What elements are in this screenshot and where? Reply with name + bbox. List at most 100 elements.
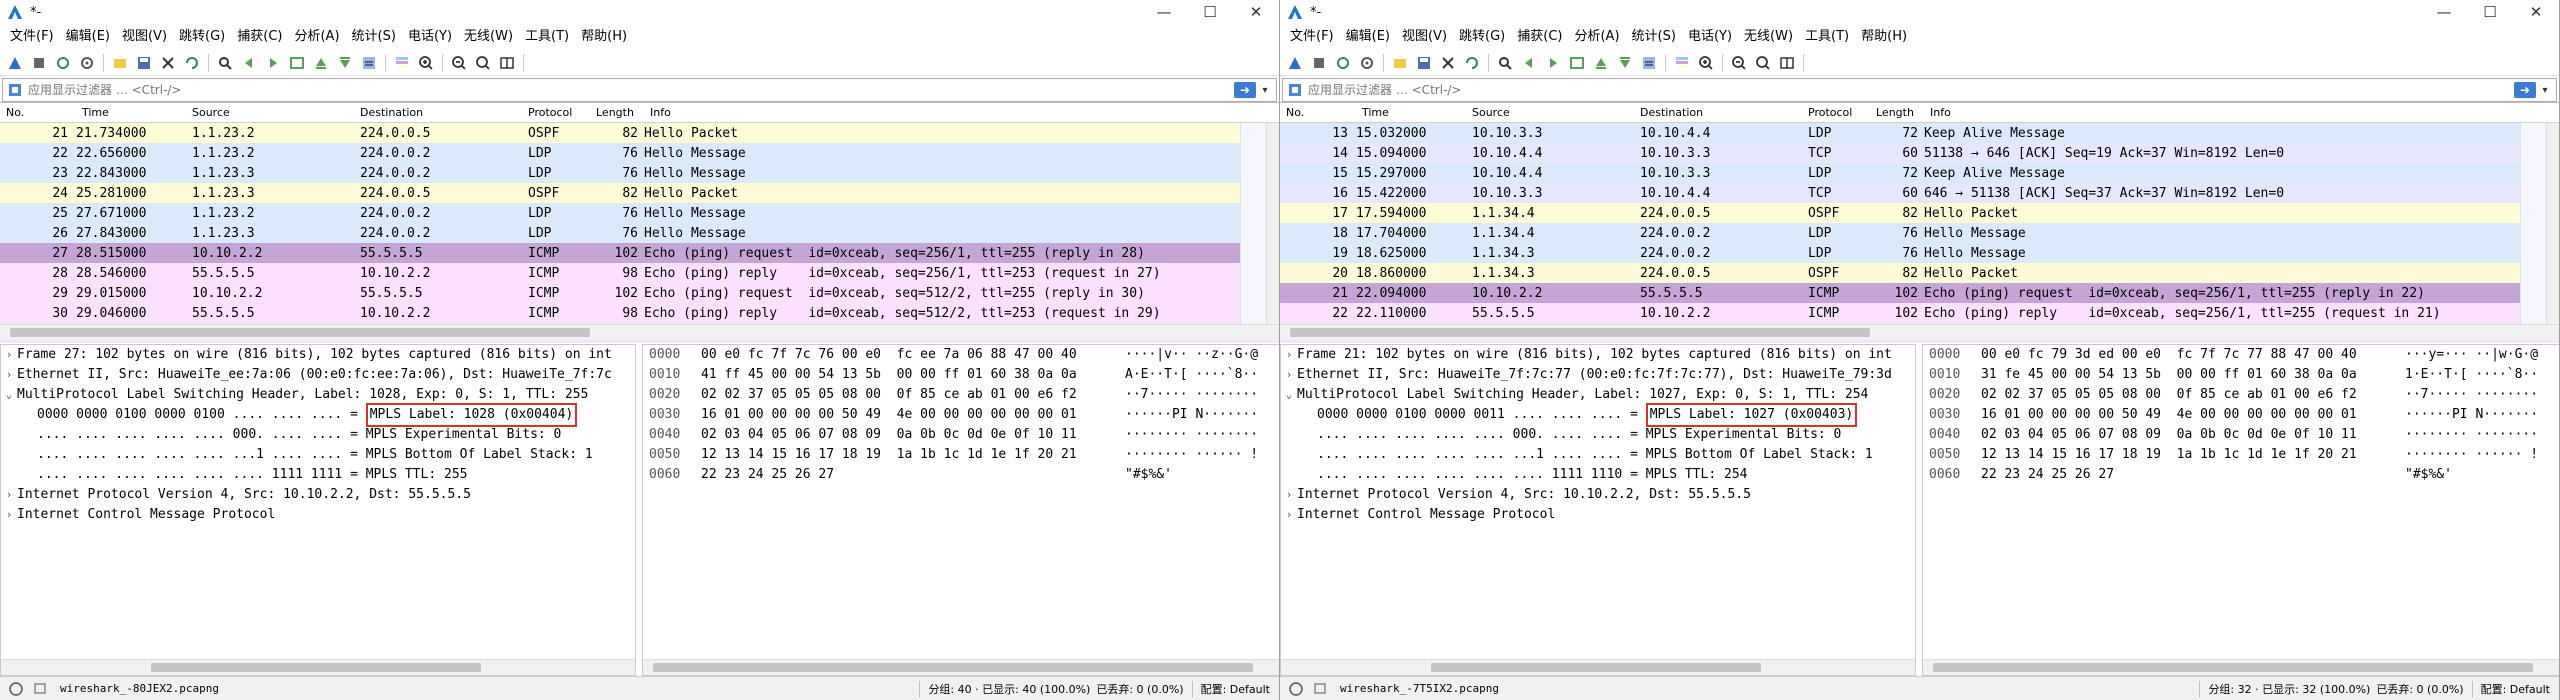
bytes-asc[interactable]: A·E··T·[ ····`8·· — [1113, 365, 1279, 385]
menu-edit[interactable]: 编辑(E) — [60, 24, 116, 50]
go-to-packet-icon[interactable] — [286, 52, 308, 74]
start-capture-icon[interactable] — [1284, 52, 1306, 74]
collapsed-chevron-icon[interactable]: › — [1, 345, 17, 365]
bytes-hex[interactable]: 16 01 00 00 00 00 50 49 4e 00 00 00 00 0… — [1973, 405, 2393, 425]
bytes-off[interactable]: 0060 — [1923, 465, 1973, 485]
bytes-hex[interactable]: 02 03 04 05 06 07 08 09 0a 0b 0c 0d 0e 0… — [1973, 425, 2393, 445]
save-file-icon[interactable] — [1413, 52, 1435, 74]
apply-filter-button[interactable]: ➜ — [1234, 82, 1256, 98]
detail-tree-item[interactable]: › Internet Protocol Version 4, Src: 10.10… — [1, 485, 635, 505]
reload-icon[interactable] — [1461, 52, 1483, 74]
detail-tree-item[interactable]: .... .... .... .... .... 000. .... .... … — [1281, 425, 1915, 445]
menu-view[interactable]: 视图(V) — [116, 24, 173, 50]
bytes-asc[interactable]: 1·E··T·[ ····`8·· — [2393, 365, 2559, 385]
bytes-hex[interactable]: 12 13 14 15 16 17 18 19 1a 1b 1c 1d 1e 1… — [693, 445, 1113, 465]
display-filter-input[interactable] — [1304, 80, 2514, 100]
bookmark-filter-icon[interactable] — [6, 81, 24, 99]
packet-row[interactable]: 18 17.704000 1.1.34.4 224.0.0.2 LDP 76 Hello M… — [1280, 223, 2559, 243]
packet-row[interactable]: 30 29.046000 55.5.5.5 10.10.2.2 ICMP 98 Echo (… — [0, 303, 1279, 323]
column-destination[interactable]: Destination — [356, 106, 524, 119]
detail-tree-item[interactable]: .... .... .... .... .... ...1 .... .... … — [1, 445, 635, 465]
detail-tree-item[interactable]: 0000 0000 0100 0000 0011 .... .... .... … — [1281, 403, 1915, 427]
status-profile[interactable]: 配置: Default — [2481, 681, 2550, 697]
bytes-off[interactable]: 0050 — [643, 445, 693, 465]
expanded-chevron-icon[interactable]: ⌄ — [1, 385, 17, 405]
menu-file[interactable]: 文件(F) — [1284, 24, 1340, 50]
detail-tree-item[interactable]: › Frame 21: 102 bytes on wire (816 bits),… — [1281, 345, 1915, 365]
stop-capture-icon[interactable] — [1308, 52, 1330, 74]
go-forward-icon[interactable] — [262, 52, 284, 74]
detail-tree-item[interactable]: › Frame 27: 102 bytes on wire (816 bits),… — [1, 345, 635, 365]
detail-tree-item[interactable]: › Internet Protocol Version 4, Src: 10.10… — [1281, 485, 1915, 505]
bytes-off[interactable]: 0000 — [1923, 345, 1973, 365]
menu-edit[interactable]: 编辑(E) — [1340, 24, 1396, 50]
detail-tree-item[interactable]: ⌄ MultiProtocol Label Switching Header, L… — [1, 385, 635, 405]
menu-telephony[interactable]: 电话(Y) — [1682, 24, 1738, 50]
menu-analyze[interactable]: 分析(A) — [288, 24, 345, 50]
detail-tree-item[interactable]: › Ethernet II, Src: HuaweiTe_7f:7c:77 (00… — [1281, 365, 1915, 385]
detail-tree-item[interactable]: .... .... .... .... .... 000. .... .... … — [1, 425, 635, 445]
collapsed-chevron-icon[interactable]: › — [1281, 505, 1297, 525]
menu-help[interactable]: 帮助(H) — [575, 24, 633, 50]
restart-capture-icon[interactable] — [1332, 52, 1354, 74]
colorize-icon[interactable] — [391, 52, 413, 74]
packet-row[interactable]: 13 15.032000 10.10.3.3 10.10.4.4 LDP 72 Keep A… — [1280, 123, 2559, 143]
column-time[interactable]: Time — [1356, 106, 1468, 119]
hscroll-thumb[interactable] — [151, 663, 481, 672]
bytes-asc[interactable]: ····|v·· ··z··G·@ — [1113, 345, 1279, 365]
start-capture-icon[interactable] — [4, 52, 26, 74]
bytes-off[interactable]: 0050 — [1923, 445, 1973, 465]
bytes-hex[interactable]: 16 01 00 00 00 00 50 49 4e 00 00 00 00 0… — [693, 405, 1113, 425]
menu-statistics[interactable]: 统计(S) — [346, 24, 402, 50]
packet-row[interactable]: 24 25.281000 1.1.23.3 224.0.0.5 OSPF 82 Hello … — [0, 183, 1279, 203]
menu-telephony[interactable]: 电话(Y) — [402, 24, 458, 50]
go-first-icon[interactable] — [310, 52, 332, 74]
bytes-hex[interactable]: 22 23 24 25 26 27 — [693, 465, 1113, 485]
column-source[interactable]: Source — [188, 106, 356, 119]
minimize-button[interactable]: — — [1141, 0, 1187, 24]
bytes-hscrollbar[interactable] — [1923, 659, 2559, 675]
column-info[interactable]: Info — [1924, 106, 2559, 119]
packet-row[interactable]: 21 21.734000 1.1.23.2 224.0.0.5 OSPF 82 Hello … — [0, 123, 1279, 143]
bytes-hex[interactable]: 12 13 14 15 16 17 18 19 1a 1b 1c 1d 1e 1… — [1973, 445, 2393, 465]
status-profile[interactable]: 配置: Default — [1201, 681, 1270, 697]
display-filter-input[interactable] — [24, 80, 1234, 100]
bytes-asc[interactable]: ········ ······ ! — [2393, 445, 2559, 465]
bytes-asc[interactable]: ···y=··· ··|w·G·@ — [2393, 345, 2559, 365]
column-protocol[interactable]: Protocol — [524, 106, 590, 119]
bytes-asc[interactable]: ······PI N······· — [2393, 405, 2559, 425]
packet-minimap[interactable] — [1240, 123, 1266, 324]
detail-tree-item[interactable]: › Internet Control Message Protocol — [1, 505, 635, 525]
bytes-off[interactable]: 0040 — [643, 425, 693, 445]
bytes-off[interactable]: 0020 — [643, 385, 693, 405]
packet-row[interactable]: 27 28.515000 10.10.2.2 55.5.5.5 ICMP 102 Echo … — [0, 243, 1279, 263]
menu-tools[interactable]: 工具(T) — [519, 24, 575, 50]
detail-tree-item[interactable]: .... .... .... .... .... .... 1111 1110 … — [1281, 465, 1915, 485]
packet-row[interactable]: 14 15.094000 10.10.4.4 10.10.3.3 TCP 60 51138 … — [1280, 143, 2559, 163]
find-packet-icon[interactable] — [1494, 52, 1516, 74]
zoom-out-icon[interactable] — [448, 52, 470, 74]
menu-capture[interactable]: 捕获(C) — [231, 24, 288, 50]
packet-row[interactable]: 28 28.546000 55.5.5.5 10.10.2.2 ICMP 98 Echo (… — [0, 263, 1279, 283]
stop-capture-icon[interactable] — [28, 52, 50, 74]
packet-row[interactable]: 17 17.594000 1.1.34.4 224.0.0.5 OSPF 82 Hello … — [1280, 203, 2559, 223]
detail-tree-item[interactable]: ⌄ MultiProtocol Label Switching Header, L… — [1281, 385, 1915, 405]
close-button[interactable]: ✕ — [2513, 0, 2559, 24]
collapsed-chevron-icon[interactable]: › — [1281, 485, 1297, 505]
go-to-packet-icon[interactable] — [1566, 52, 1588, 74]
capture-comment-icon[interactable] — [32, 681, 48, 697]
bytes-hex[interactable]: 02 02 37 05 05 05 08 00 0f 85 ce ab 01 0… — [1973, 385, 2393, 405]
go-last-icon[interactable] — [334, 52, 356, 74]
packet-row[interactable]: 22 22.656000 1.1.23.2 224.0.0.2 LDP 76 Hello M… — [0, 143, 1279, 163]
column-length[interactable]: Length — [590, 106, 644, 119]
hscroll-thumb[interactable] — [1290, 328, 1870, 337]
filter-history-dropdown[interactable]: ▾ — [1258, 85, 1272, 96]
collapsed-chevron-icon[interactable]: › — [1, 365, 17, 385]
detail-tree-item[interactable]: › Internet Control Message Protocol — [1281, 505, 1915, 525]
menu-go[interactable]: 跳转(G) — [1453, 24, 1511, 50]
packet-row[interactable]: 22 22.110000 55.5.5.5 10.10.2.2 ICMP 102 Echo … — [1280, 303, 2559, 323]
packet-row[interactable]: 16 15.422000 10.10.3.3 10.10.4.4 TCP 60 646 → … — [1280, 183, 2559, 203]
go-back-icon[interactable] — [238, 52, 260, 74]
bytes-hex[interactable]: 00 e0 fc 79 3d ed 00 e0 fc 7f 7c 77 88 4… — [1973, 345, 2393, 365]
bytes-off[interactable]: 0030 — [643, 405, 693, 425]
